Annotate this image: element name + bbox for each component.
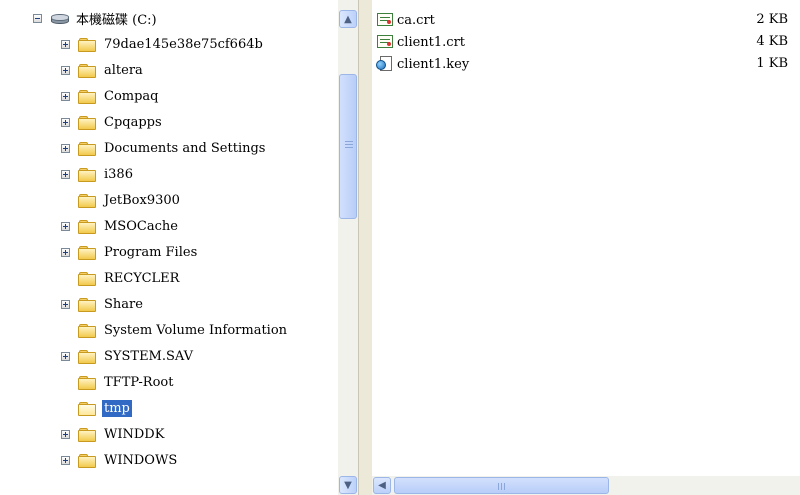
expand-icon[interactable] [61, 247, 70, 257]
tree-item[interactable]: MSOCache [61, 213, 180, 239]
tree-item[interactable]: RECYCLER [61, 265, 181, 291]
tree-item-label[interactable]: MSOCache [102, 218, 180, 235]
certificate-icon [376, 12, 394, 28]
drive-icon [50, 10, 69, 26]
tree-item[interactable]: 79dae145e38e75cf664b [61, 31, 265, 57]
tree-item[interactable]: Documents and Settings [61, 135, 267, 161]
file-list: ca.crt 2 KB client1.crt 4 KB client1.key 1 KB [372, 0, 800, 495]
tree-item[interactable]: tmp [61, 395, 132, 421]
tree-item-label[interactable]: Program Files [102, 244, 199, 261]
folder-icon [78, 140, 96, 156]
expand-icon[interactable] [61, 299, 70, 309]
pane-splitter[interactable] [358, 0, 372, 495]
file-row[interactable]: client1.key 1 KB [376, 54, 800, 74]
scroll-grip-icon [345, 141, 353, 142]
tree-item[interactable]: WINDOWS [61, 447, 179, 473]
expand-icon[interactable] [61, 143, 70, 153]
tree-item[interactable]: i386 [61, 161, 135, 187]
file-scroll-thumb[interactable] [394, 477, 609, 494]
tree-item[interactable]: Compaq [61, 83, 161, 109]
tree-item-label[interactable]: i386 [102, 166, 135, 183]
expand-icon[interactable] [61, 169, 70, 179]
tree-item[interactable]: TFTP-Root [61, 369, 175, 395]
tree-item-label[interactable]: 79dae145e38e75cf664b [102, 36, 265, 53]
scroll-up-button[interactable]: ▲ [339, 10, 357, 28]
folder-icon [78, 452, 96, 468]
tree-item-label[interactable]: Compaq [102, 88, 161, 105]
tree-item[interactable]: SYSTEM.SAV [61, 343, 195, 369]
scroll-left-arrow-icon: ◀ [378, 480, 386, 491]
file-name[interactable]: client1.crt [397, 35, 465, 50]
file-size: 2 KB [756, 12, 788, 27]
tree-item-label[interactable]: SYSTEM.SAV [102, 348, 195, 365]
folder-icon [78, 36, 96, 52]
file-horizontal-scrollbar[interactable]: ◀ [372, 476, 800, 495]
tree-item[interactable]: WINDDK [61, 421, 166, 447]
tree-item-label[interactable]: altera [102, 62, 145, 79]
tree-item[interactable]: JetBox9300 [61, 187, 182, 213]
file-name[interactable]: client1.key [397, 57, 469, 72]
file-row[interactable]: client1.crt 4 KB [376, 32, 800, 52]
expand-icon[interactable] [61, 455, 70, 465]
tree-item[interactable]: System Volume Information [61, 317, 289, 343]
tree-item-label[interactable]: Cpqapps [102, 114, 164, 131]
tree-item-label[interactable]: WINDDK [102, 426, 166, 443]
folder-icon [78, 296, 96, 312]
scroll-grip-line [501, 483, 502, 490]
folder-open-icon [78, 400, 96, 416]
scroll-down-button[interactable]: ▼ [339, 476, 357, 494]
scroll-down-arrow-icon: ▼ [344, 479, 352, 491]
scroll-grip-line [345, 147, 353, 148]
file-size: 1 KB [756, 56, 788, 71]
tree-item-label[interactable]: 本機磁碟 (C:) [74, 8, 159, 29]
folder-icon [78, 62, 96, 78]
scroll-left-button[interactable]: ◀ [373, 477, 391, 494]
tree-vertical-scrollbar[interactable]: ▲ ▼ [338, 0, 358, 495]
tree-item[interactable]: Program Files [61, 239, 199, 265]
tree-item-label[interactable]: System Volume Information [102, 322, 289, 339]
folder-icon [78, 270, 96, 286]
tree-item[interactable]: altera [61, 57, 145, 83]
tree-item[interactable]: Share [61, 291, 145, 317]
scroll-grip-line [504, 483, 505, 490]
tree-item-label[interactable]: Share [102, 296, 145, 313]
folder-icon [78, 166, 96, 182]
expand-icon[interactable] [61, 65, 70, 75]
certificate-icon [376, 34, 394, 50]
folder-tree: 本機磁碟 (C:) 79dae145e38e75cf664b altera Compa… [0, 0, 338, 495]
tree-item-label[interactable]: Documents and Settings [102, 140, 267, 157]
folder-icon [78, 374, 96, 390]
folder-icon [78, 192, 96, 208]
file-name[interactable]: ca.crt [397, 13, 435, 28]
scroll-grip-line [345, 144, 353, 145]
tree-item-label[interactable]: RECYCLER [102, 270, 181, 287]
tree-item-label[interactable]: TFTP-Root [102, 374, 175, 391]
key-file-icon [376, 56, 394, 72]
tree-item-label[interactable]: JetBox9300 [102, 192, 182, 209]
folder-icon [78, 114, 96, 130]
folder-icon [78, 322, 96, 338]
file-size: 4 KB [756, 34, 788, 49]
folder-icon [78, 218, 96, 234]
tree-scroll-thumb[interactable] [339, 74, 357, 219]
expand-icon[interactable] [61, 91, 70, 101]
collapse-icon[interactable] [33, 13, 42, 23]
folder-icon [78, 348, 96, 364]
folder-icon [78, 244, 96, 260]
scroll-grip-icon [498, 483, 499, 490]
folder-icon [78, 88, 96, 104]
file-row[interactable]: ca.crt 2 KB [376, 10, 800, 30]
expand-icon[interactable] [61, 117, 70, 127]
expand-icon[interactable] [61, 351, 70, 361]
scroll-up-arrow-icon: ▲ [344, 13, 352, 25]
tree-item-label-selected[interactable]: tmp [102, 399, 132, 417]
tree-item-label[interactable]: WINDOWS [102, 452, 179, 469]
expand-icon[interactable] [61, 429, 70, 439]
tree-item[interactable]: Cpqapps [61, 109, 164, 135]
tree-item[interactable]: 本機磁碟 (C:) [33, 5, 159, 31]
expand-icon[interactable] [61, 221, 70, 231]
expand-icon[interactable] [61, 39, 70, 49]
folder-icon [78, 426, 96, 442]
